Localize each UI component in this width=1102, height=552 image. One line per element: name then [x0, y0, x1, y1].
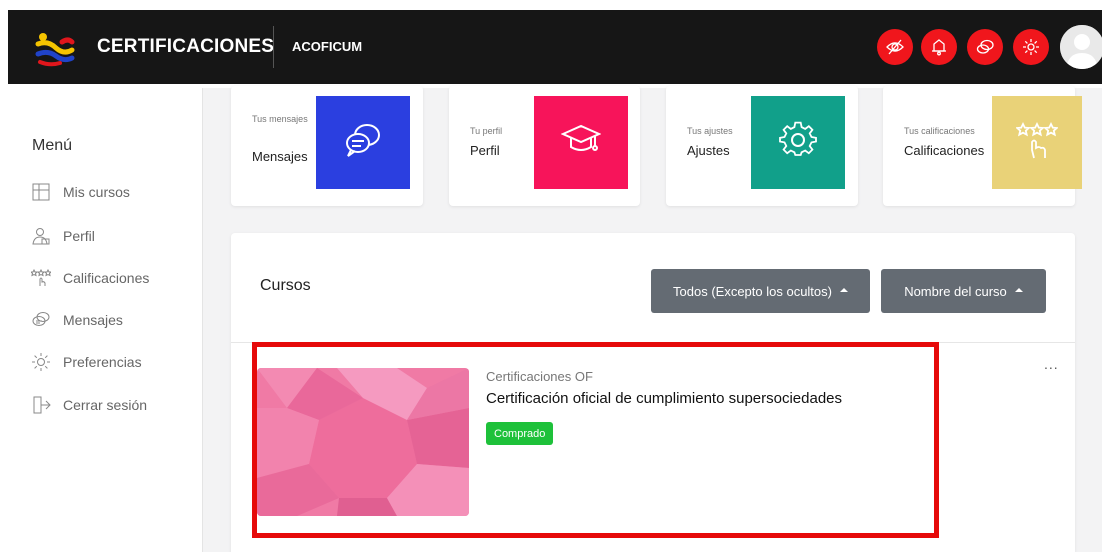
card-title: Mensajes	[252, 149, 308, 164]
caret-up-icon	[839, 288, 848, 292]
sidebar-title: Menú	[32, 137, 73, 154]
course-more-options-button[interactable]: ...	[1044, 356, 1059, 372]
chat-bubbles-icon	[343, 120, 383, 165]
sidebar-item-label: Preferencias	[63, 354, 142, 370]
card-subtitle: Tu perfil	[470, 126, 503, 136]
top-bar: CERTIFICACIONES ACOFICUM	[8, 10, 1102, 84]
card-title: Calificaciones	[904, 143, 985, 158]
settings-gear-icon[interactable]	[1013, 29, 1049, 65]
courses-title: Cursos	[260, 277, 311, 294]
brand-logo-icon[interactable]	[34, 28, 76, 68]
ratings-icon	[30, 267, 52, 289]
sidebar-item-label: Calificaciones	[63, 270, 150, 286]
messages-icon	[30, 309, 52, 331]
preferences-gear-icon	[30, 351, 52, 373]
logout-icon	[30, 394, 52, 416]
course-image[interactable]	[257, 368, 469, 516]
organization-name: ACOFICUM	[292, 39, 363, 54]
sidebar-item-label: Cerrar sesión	[63, 397, 148, 413]
brand-name[interactable]: CERTIFICACIONES	[97, 36, 274, 58]
card-subtitle: Tus ajustes	[687, 126, 733, 136]
sidebar-item-label: Perfil	[63, 228, 95, 244]
top-bar-wrapper: CERTIFICACIONES ACOFICUM	[0, 0, 1102, 88]
card-perfil[interactable]: Tu perfil Perfil	[449, 86, 640, 206]
sidebar: Menú Mis cursos Perfil Calificaciones Me…	[0, 88, 203, 552]
sort-dropdown[interactable]: Nombre del curso	[881, 269, 1046, 313]
card-tile-calificaciones	[992, 96, 1082, 189]
user-avatar[interactable]	[1060, 25, 1102, 69]
sidebar-item-perfil[interactable]: Perfil	[30, 224, 95, 248]
course-name-link[interactable]: Certificación oficial de cumplimiento su…	[486, 390, 842, 407]
sidebar-item-mensajes[interactable]: Mensajes	[30, 308, 123, 332]
card-tile-perfil	[534, 96, 628, 189]
card-mensajes[interactable]: Tus mensajes Mensajes	[231, 86, 423, 206]
card-tile-ajustes	[751, 96, 845, 189]
notification-bell-icon[interactable]	[921, 29, 957, 65]
sidebar-item-cerrar-sesion[interactable]: Cerrar sesión	[30, 393, 147, 417]
card-title: Perfil	[470, 143, 500, 158]
card-subtitle: Tus mensajes	[252, 114, 308, 124]
sidebar-item-preferencias[interactable]: Preferencias	[30, 350, 142, 374]
sidebar-item-label: Mis cursos	[63, 184, 130, 200]
sidebar-item-calificaciones[interactable]: Calificaciones	[30, 266, 149, 290]
card-calificaciones[interactable]: Tus calificaciones Calificaciones	[883, 86, 1082, 206]
sort-label: Nombre del curso	[904, 283, 1007, 299]
card-subtitle: Tus calificaciones	[904, 126, 975, 136]
messages-icon[interactable]	[967, 29, 1003, 65]
panel-divider	[231, 342, 1075, 343]
card-tile-mensajes	[316, 96, 410, 189]
sidebar-item-label: Mensajes	[63, 312, 123, 328]
status-badge: Comprado	[486, 422, 554, 445]
stars-hand-icon	[1015, 120, 1059, 165]
caret-up-icon	[1014, 288, 1023, 292]
card-ajustes[interactable]: Tus ajustes Ajustes	[666, 86, 858, 206]
card-title: Ajustes	[687, 143, 730, 158]
profile-icon	[30, 225, 52, 247]
course-category: Certificaciones OF	[486, 369, 593, 384]
filter-dropdown[interactable]: Todos (Excepto los ocultos)	[651, 269, 870, 313]
graduation-cap-icon	[560, 120, 602, 165]
gear-icon	[778, 120, 818, 165]
sidebar-item-mis-cursos[interactable]: Mis cursos	[30, 180, 130, 204]
hide-icon[interactable]	[877, 29, 913, 65]
filter-label: Todos (Excepto los ocultos)	[673, 283, 832, 299]
header-divider	[273, 26, 274, 68]
courses-icon	[30, 181, 52, 203]
